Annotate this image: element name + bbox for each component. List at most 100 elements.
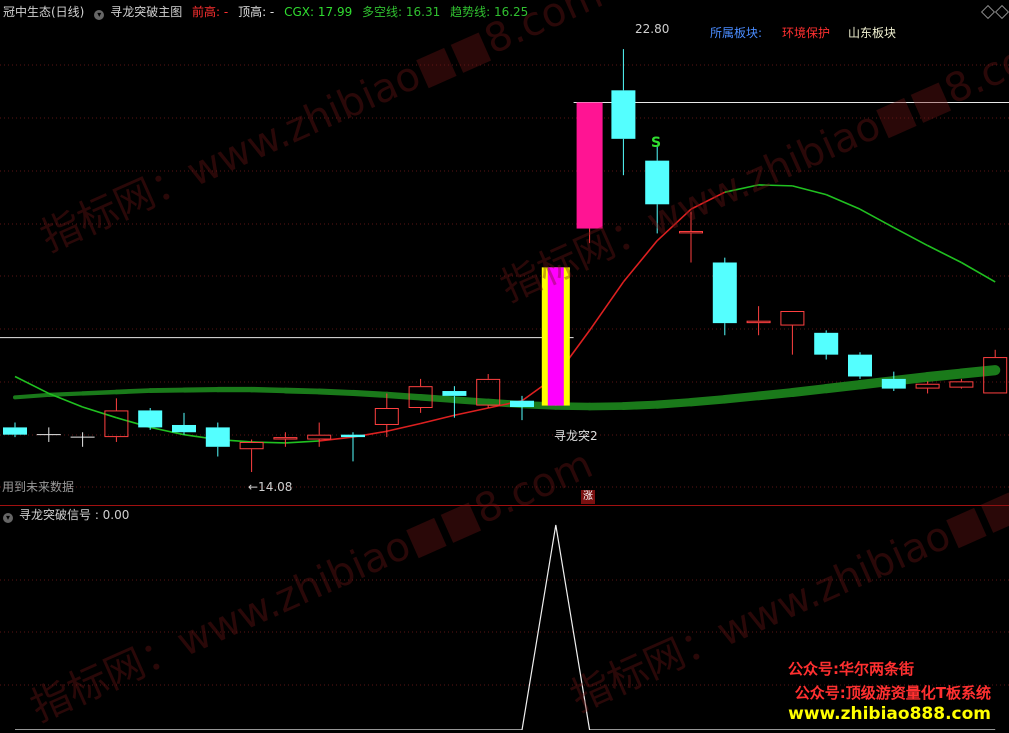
candle-body <box>713 263 737 324</box>
trend-segment <box>83 392 117 393</box>
candle-body <box>814 333 838 355</box>
promo-line: 公众号:华尔两条街 <box>788 658 914 679</box>
trend-segment <box>826 385 860 389</box>
candle[interactable] <box>3 423 27 438</box>
cgx-segment <box>285 441 319 443</box>
sector-label: 所属板块: <box>710 24 762 41</box>
trend-segment <box>725 396 759 399</box>
cgx-segment <box>454 408 488 415</box>
candle-body <box>308 435 331 439</box>
cgx-segment <box>691 192 725 209</box>
candle[interactable] <box>172 413 196 435</box>
sub-header: ▾ 寻龙突破信号 : 0.00 <box>3 508 135 523</box>
candle[interactable] <box>916 381 939 393</box>
promo-line: 公众号:顶级游资量化T板系统 <box>795 682 991 703</box>
cgx-segment <box>15 376 49 393</box>
candle-body <box>206 427 230 446</box>
top-high-value: 顶高: - <box>238 5 274 19</box>
candle-body <box>138 410 162 427</box>
candle-body <box>950 382 973 387</box>
candle[interactable] <box>206 423 230 457</box>
sector-item[interactable]: 环境保护 <box>782 24 830 41</box>
promo-url: www.zhibiao888.com <box>788 704 991 724</box>
trend-segment <box>353 393 387 395</box>
candle[interactable] <box>680 212 703 263</box>
candle[interactable] <box>37 427 61 442</box>
candle[interactable] <box>375 393 398 437</box>
candle-body <box>611 90 635 139</box>
trend-segment <box>387 395 421 397</box>
cgx-segment <box>421 415 455 423</box>
candle[interactable] <box>950 379 973 389</box>
cgx-segment <box>928 246 962 263</box>
trend-segment <box>657 402 691 404</box>
cgx-segment <box>894 228 928 246</box>
prev-high-value: 前高: - <box>192 5 228 19</box>
sector-item[interactable]: 山东板块 <box>848 24 896 41</box>
kline-chart[interactable] <box>0 0 1009 730</box>
sell-mark: S <box>651 136 661 150</box>
candle[interactable] <box>274 432 297 447</box>
cgx-segment <box>83 407 117 418</box>
trend-segment <box>792 389 826 393</box>
candle[interactable] <box>341 432 365 461</box>
trend-value: 趋势线: 16.25 <box>450 5 528 19</box>
cgx-value: CGX: 17.99 <box>284 5 352 19</box>
candle-body <box>548 267 564 405</box>
trend-segment <box>961 370 995 373</box>
cgx-segment <box>657 209 691 241</box>
candle-body <box>3 427 27 434</box>
candle-body <box>645 161 669 205</box>
candle-body <box>172 425 196 432</box>
candle[interactable] <box>848 352 872 379</box>
trend-segment <box>116 391 150 392</box>
trend-segment <box>454 400 488 402</box>
trend-segment <box>421 397 455 399</box>
reference-lines <box>0 102 1009 337</box>
candle[interactable] <box>138 408 162 430</box>
candle-body <box>916 384 939 388</box>
candle[interactable] <box>577 102 603 243</box>
trend-segment <box>623 405 657 406</box>
dropdown-icon[interactable]: ▾ <box>3 513 13 523</box>
candle[interactable] <box>713 258 737 336</box>
candle[interactable] <box>240 440 263 472</box>
candle[interactable] <box>308 423 331 447</box>
cgx-segment <box>590 282 624 331</box>
stock-name[interactable]: 冠中生态(日线) <box>3 5 84 19</box>
trend-segment <box>252 390 286 391</box>
dropdown-icon[interactable]: ▾ <box>94 10 104 20</box>
candle-body <box>747 321 770 322</box>
candle[interactable] <box>542 267 570 405</box>
signal-label: 寻龙突2 <box>554 429 598 443</box>
candle[interactable] <box>71 432 95 447</box>
high-price-label: 22.80 <box>635 22 669 36</box>
candle[interactable] <box>781 311 804 355</box>
sub-indicator-title[interactable]: 寻龙突破信号 : 0.00 <box>19 508 129 522</box>
cgx-segment <box>725 185 759 192</box>
candle-body <box>882 379 906 389</box>
candle[interactable] <box>814 330 838 359</box>
limit-up-mark[interactable]: 涨 <box>581 490 595 504</box>
candle-body <box>848 355 872 377</box>
indicator-name[interactable]: 寻龙突破主图 <box>110 5 182 19</box>
cgx-segment <box>759 185 793 186</box>
cgx-segment <box>792 186 826 195</box>
candle[interactable] <box>747 306 770 335</box>
trend-segment <box>285 391 319 392</box>
cgx-segment <box>961 263 995 282</box>
future-data-note: 用到未来数据 <box>2 480 74 494</box>
candle[interactable] <box>645 146 669 233</box>
candle-body <box>781 312 804 326</box>
candle-body <box>240 442 263 448</box>
long-short-value: 多空线: 16.31 <box>362 5 440 19</box>
candles[interactable] <box>3 49 1007 472</box>
low-price-label: ←14.08 <box>248 480 292 494</box>
candle-body <box>442 391 466 396</box>
trend-segment <box>759 392 793 395</box>
candle-body <box>341 435 365 437</box>
trend-segment <box>691 399 725 402</box>
candle[interactable] <box>611 49 635 175</box>
candle-body <box>375 409 398 425</box>
candle[interactable] <box>882 372 906 391</box>
